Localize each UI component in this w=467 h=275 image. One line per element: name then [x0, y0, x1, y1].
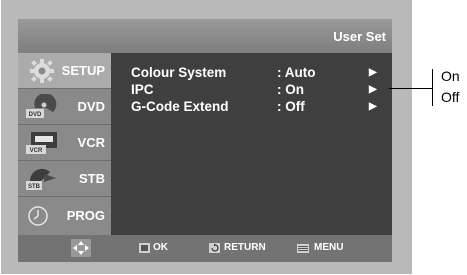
- dvd-disc-icon: DVD: [26, 94, 57, 118]
- menu-icon[interactable]: [297, 244, 309, 253]
- nav-label-vcr: VCR: [77, 135, 105, 150]
- stb-dish-icon: STB: [26, 168, 56, 190]
- footer-bar: OK RETURN MENU: [18, 235, 392, 262]
- nav-item-dvd[interactable]: DVD DVD: [18, 89, 111, 125]
- setting-label: Colour System: [131, 65, 227, 80]
- setting-value: : On: [277, 82, 304, 97]
- dvd-icon-badge: DVD: [29, 112, 42, 118]
- arrow-right-icon: ▶: [369, 101, 377, 112]
- ok-label: OK: [153, 242, 168, 253]
- nav-item-vcr[interactable]: VCR VCR: [18, 125, 111, 161]
- menu-label: MENU: [314, 242, 344, 253]
- setting-row-ipc[interactable]: IPC : On ▶: [111, 82, 392, 98]
- nav-label-dvd: DVD: [77, 99, 105, 114]
- arrow-right-icon: ▶: [369, 67, 377, 78]
- nav-item-stb[interactable]: STB STB: [18, 161, 111, 197]
- arrow-right-icon: ▶: [369, 84, 377, 95]
- setting-value: : Auto: [277, 65, 316, 80]
- callout-option-off: Off: [441, 89, 460, 105]
- return-label: RETURN: [224, 242, 266, 253]
- nav-item-prog[interactable]: PROG: [18, 197, 111, 235]
- return-icon[interactable]: [209, 243, 220, 253]
- dpad-icon[interactable]: [71, 239, 91, 257]
- callout-bracket: [432, 69, 433, 106]
- vcr-tape-icon: VCR: [26, 132, 57, 154]
- setting-row-g-code-extend[interactable]: G-Code Extend : Off ▶: [111, 99, 392, 115]
- nav-label-stb: STB: [79, 171, 105, 186]
- setting-label: G-Code Extend: [131, 99, 229, 114]
- title-bar: User Set: [18, 19, 392, 53]
- callout-line: [389, 88, 432, 89]
- tv-screen: User Set SETUP DVD DVD VCR VCR STB STB P…: [1, 0, 412, 274]
- setting-row-colour-system[interactable]: Colour System : Auto ▶: [111, 65, 392, 81]
- gear-icon: [30, 59, 54, 83]
- callout-option-on: On: [441, 68, 460, 84]
- clock-icon: [28, 206, 48, 226]
- osd-menu-frame: User Set SETUP DVD DVD VCR VCR STB STB P…: [18, 19, 392, 262]
- setting-label: IPC: [131, 82, 154, 97]
- menu-title: User Set: [333, 29, 386, 44]
- nav-label-prog: PROG: [66, 208, 105, 223]
- settings-panel: Colour System : Auto ▶ IPC : On ▶ G-Code…: [111, 53, 392, 235]
- nav-sidebar: SETUP DVD DVD VCR VCR STB STB PROG: [18, 53, 111, 235]
- stb-icon-badge: STB: [28, 184, 41, 190]
- nav-item-setup[interactable]: SETUP: [18, 53, 111, 89]
- nav-label-setup: SETUP: [61, 63, 105, 78]
- ok-icon[interactable]: [139, 243, 150, 253]
- setting-value: : Off: [277, 99, 305, 114]
- vcr-icon-badge: VCR: [30, 148, 43, 154]
